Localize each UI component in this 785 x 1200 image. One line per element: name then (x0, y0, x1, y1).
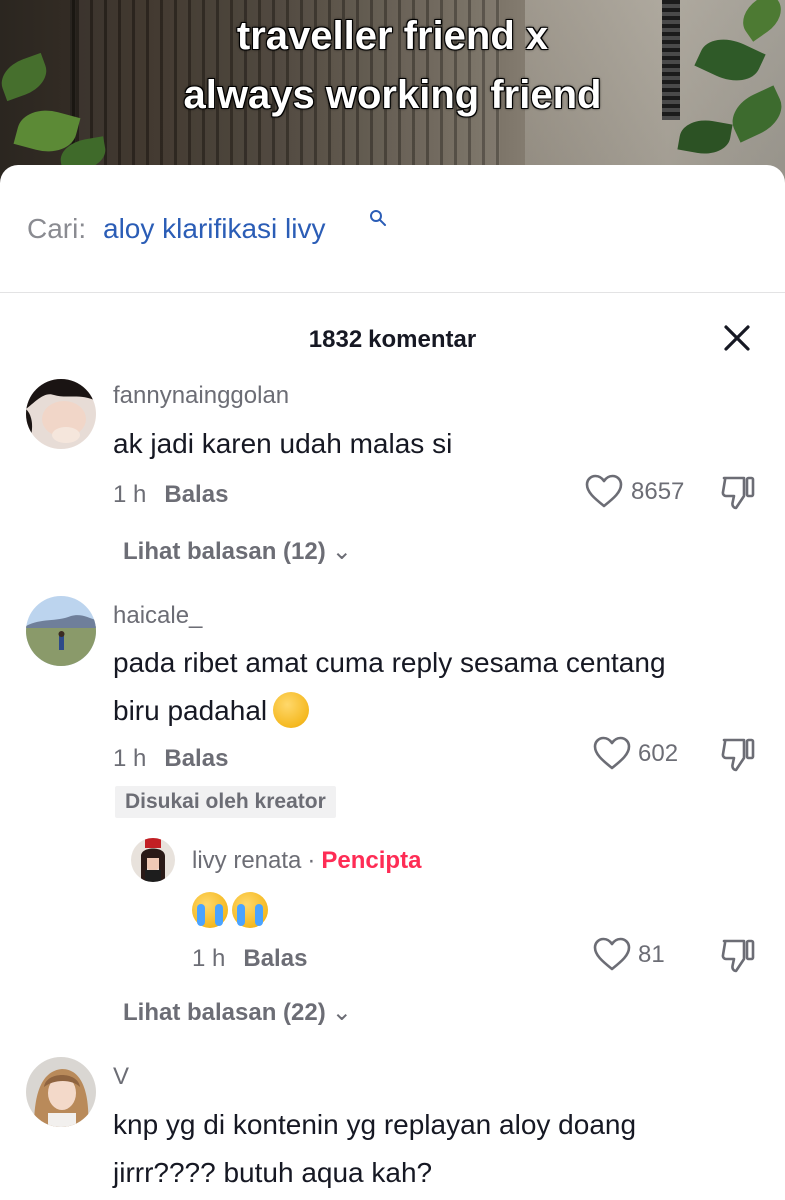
view-replies-button[interactable]: Lihat balasan (22) ⌄ (123, 998, 352, 1027)
reply-header: livy renata · Pencipta (192, 847, 421, 875)
creator-tag: Pencipta (321, 847, 422, 874)
comments-header: 1832 komentar (0, 293, 785, 383)
avatar[interactable] (131, 838, 175, 882)
like-count: 81 (638, 941, 665, 968)
liked-by-creator-badge: Disukai oleh kreator (115, 786, 336, 818)
search-suggestion-row[interactable]: Cari: aloy klarifikasi livy (0, 165, 785, 293)
search-icon[interactable] (369, 209, 387, 227)
comment-text: ak jadi karen udah malas si (113, 428, 453, 459)
comment-username[interactable]: fannynainggolan (113, 382, 289, 410)
comment-count-label: komentar (368, 326, 477, 353)
search-query-link[interactable]: aloy klarifikasi livy (103, 213, 326, 245)
reply-button[interactable]: Balas (164, 481, 228, 508)
reply-username[interactable]: livy renata (192, 847, 301, 874)
dislike-icon[interactable] (718, 935, 758, 975)
weary-face-emoji-icon (273, 691, 310, 728)
reply-text (192, 892, 272, 928)
reply-button[interactable]: Balas (164, 745, 228, 772)
crying-face-emoji-icon (232, 892, 268, 928)
reply-button[interactable]: Balas (243, 945, 307, 972)
comment-text-line: biru padahal (113, 687, 773, 735)
like-button[interactable]: 81 (592, 935, 682, 975)
comment-text-line: jirrr???? butuh aqua kah? (113, 1157, 433, 1188)
view-replies-label: Lihat balasan (22) (123, 999, 326, 1026)
like-count: 602 (638, 740, 679, 767)
comment-meta: 1 h Balas (113, 745, 228, 773)
chevron-down-icon: ⌄ (331, 999, 352, 1026)
comment-time: 1 h (113, 481, 147, 508)
heart-icon (593, 736, 631, 770)
comment-count: 1832 komentar (0, 326, 785, 354)
view-replies-button[interactable]: Lihat balasan (12) ⌄ (123, 537, 352, 566)
video-caption-line2: always working friend (183, 73, 602, 117)
comment-text: knp yg di kontenin yg replayan aloy doan… (113, 1101, 773, 1197)
heart-icon (585, 474, 623, 508)
comment-count-number: 1832 (308, 326, 363, 353)
comment-time: 1 h (113, 745, 147, 772)
like-button[interactable]: 602 (592, 734, 702, 774)
chevron-down-icon: ⌄ (331, 538, 352, 565)
view-replies-label: Lihat balasan (12) (123, 538, 326, 565)
reply-time: 1 h (192, 945, 226, 972)
comment-text-line: pada ribet amat cuma reply sesama centan… (113, 647, 666, 678)
dislike-icon[interactable] (718, 734, 758, 774)
avatar[interactable] (26, 1057, 96, 1127)
avatar[interactable] (26, 596, 96, 666)
avatar[interactable] (26, 379, 96, 449)
like-count: 8657 (631, 478, 685, 505)
comment-text-line2: biru padahal (113, 695, 268, 726)
separator-dot: · (307, 847, 316, 874)
comment-username[interactable]: V (113, 1063, 129, 1091)
video-caption-line1: traveller friend x (236, 14, 549, 58)
comment-meta: 1 h Balas (113, 481, 228, 509)
crying-face-emoji-icon (192, 892, 228, 928)
close-icon[interactable] (718, 319, 756, 357)
like-button[interactable]: 8657 (584, 472, 704, 512)
comment-username[interactable]: haicale_ (113, 602, 202, 630)
dislike-icon[interactable] (718, 472, 758, 512)
heart-icon (593, 937, 631, 971)
comments-panel: Cari: aloy klarifikasi livy 1832 komentar… (0, 165, 785, 1200)
search-prefix-label: Cari: (27, 213, 87, 244)
comment-text: pada ribet amat cuma reply sesama centan… (113, 639, 773, 735)
comment-text-line: knp yg di kontenin yg replayan aloy doan… (113, 1109, 637, 1140)
reply-meta: 1 h Balas (192, 945, 307, 973)
